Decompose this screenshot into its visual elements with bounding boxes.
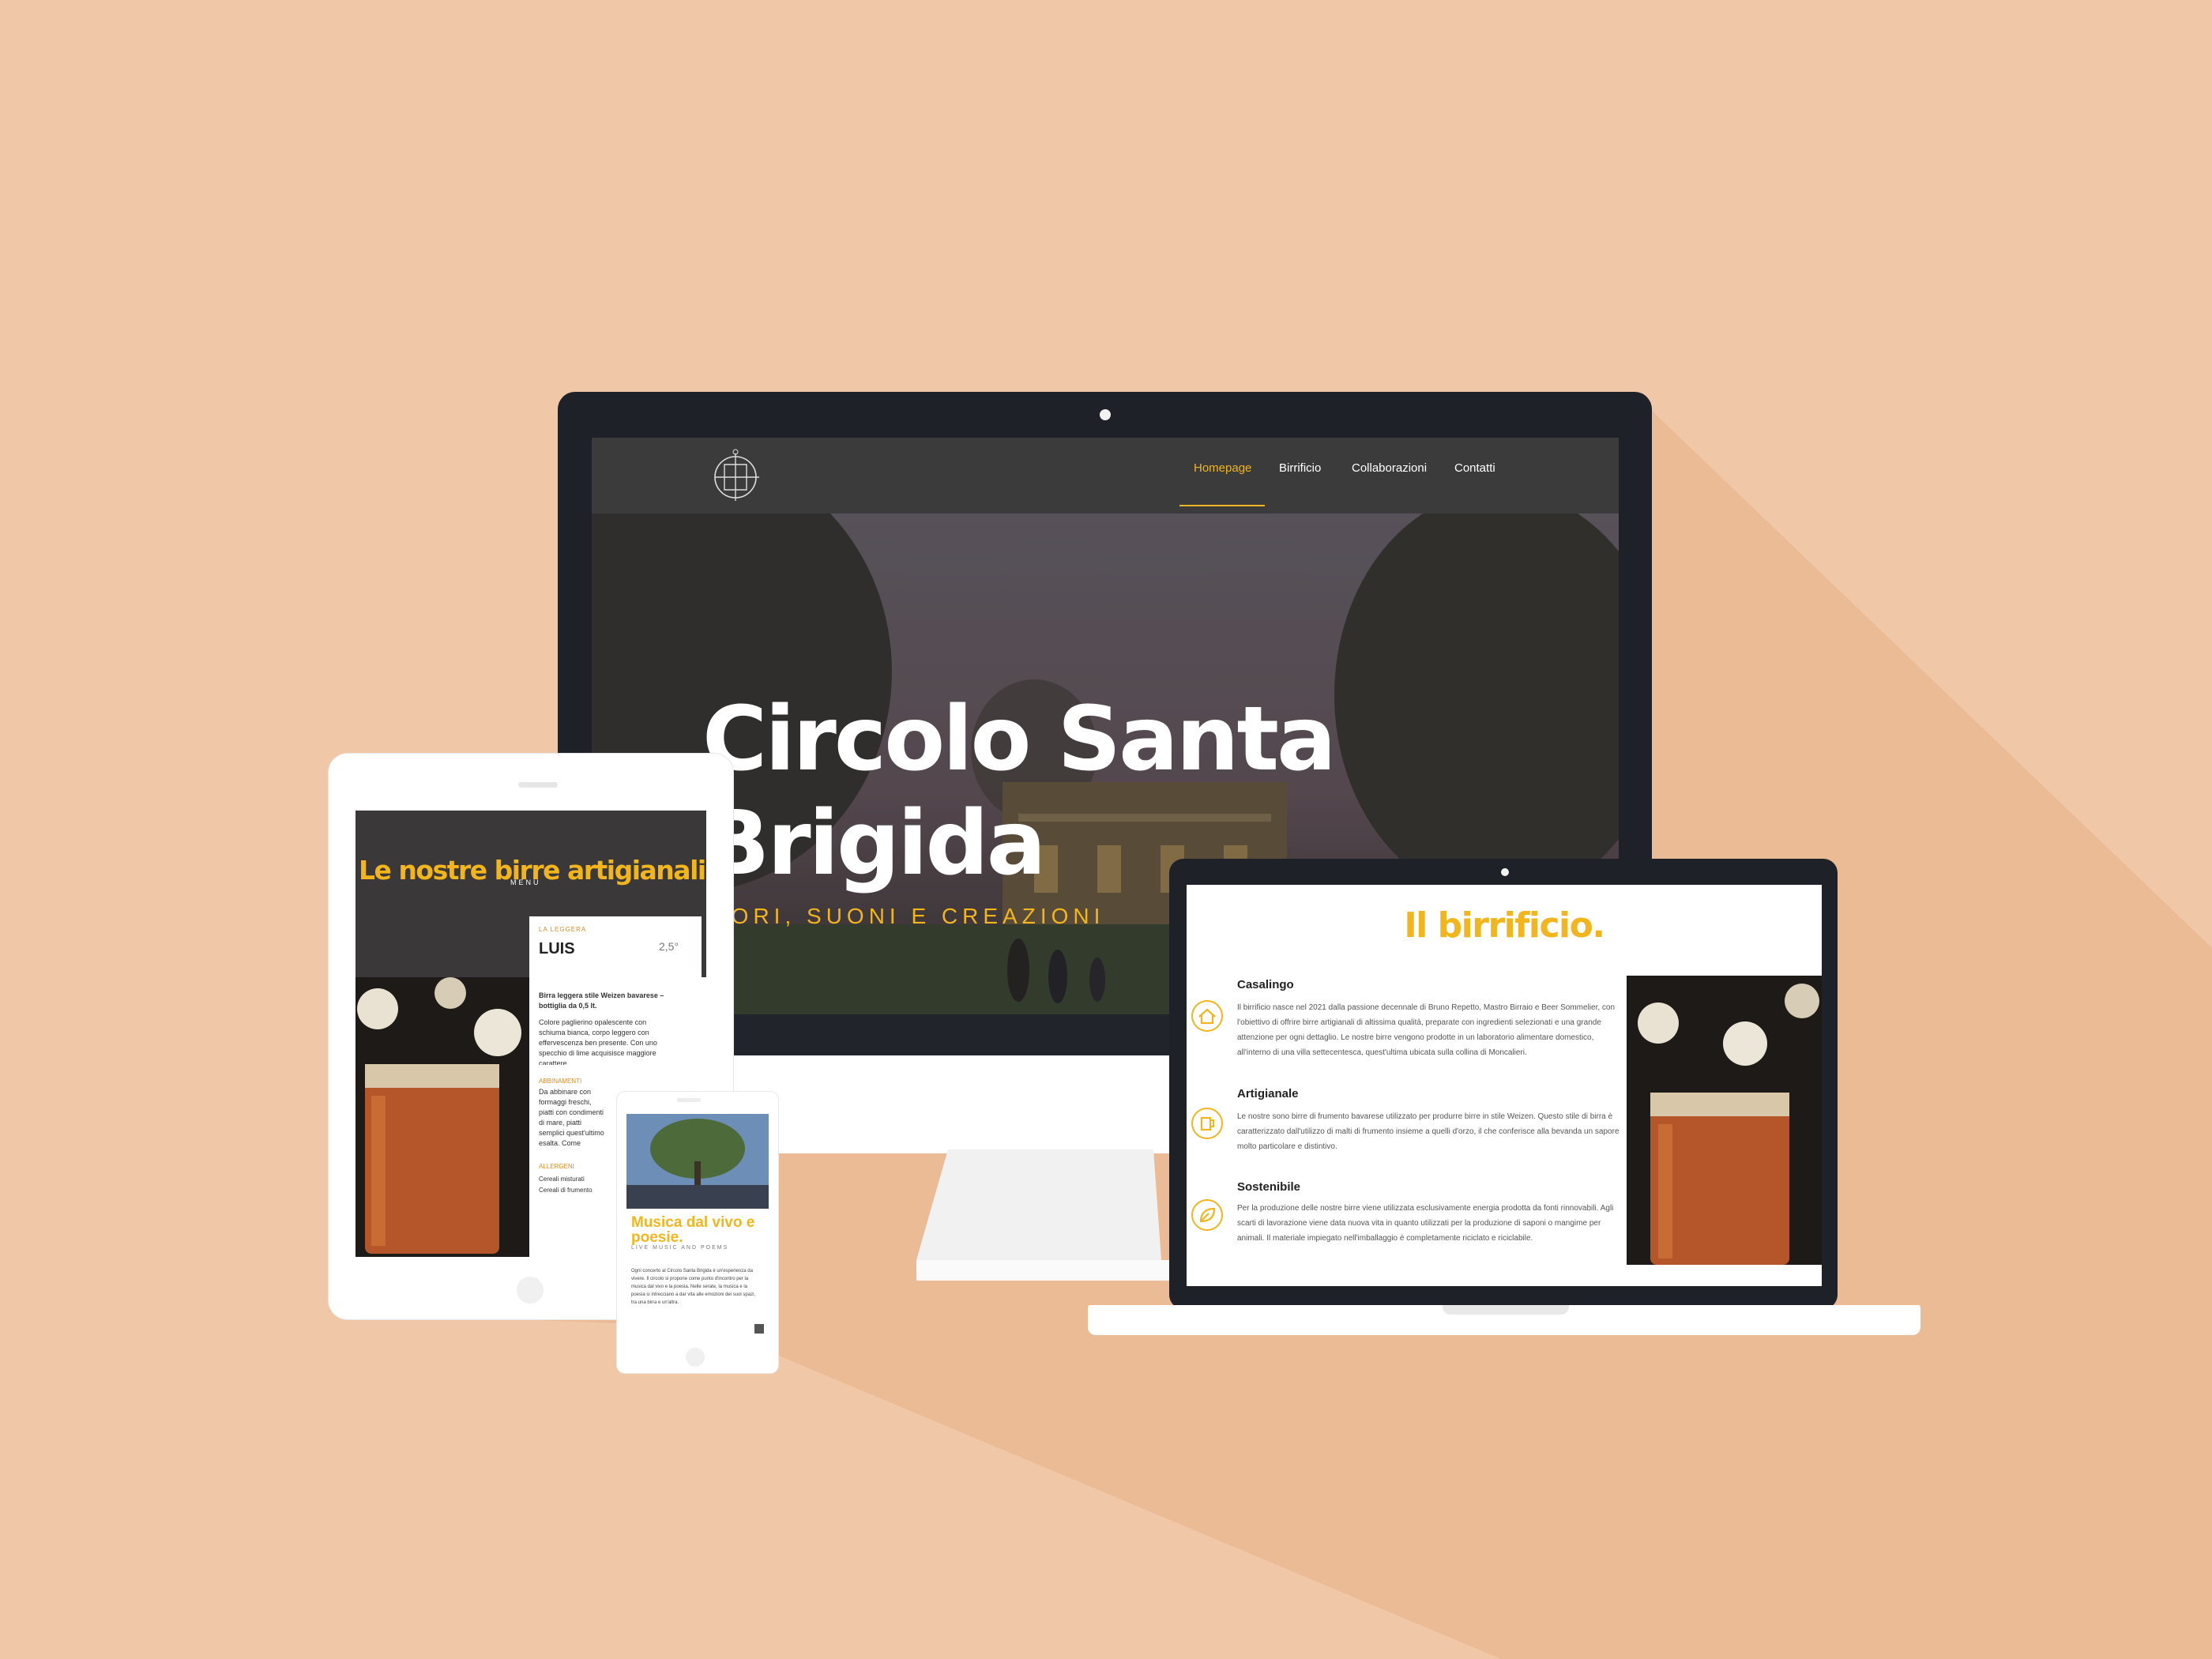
- beer-glass-image: [356, 977, 529, 1257]
- laptop-base-notch: [1443, 1305, 1569, 1315]
- home-icon: [1191, 1000, 1223, 1032]
- beer-description: Birra leggera stile Weizen bavarese – bo…: [539, 991, 664, 1010]
- beer-glass-illustration: [357, 977, 521, 1254]
- beer-name: LUIS: [539, 940, 575, 957]
- nav-active-indicator: [1179, 505, 1265, 506]
- tablet-menu-label[interactable]: MENU: [510, 878, 541, 886]
- monitor-camera: [1100, 409, 1111, 420]
- nav-birrificio[interactable]: Birrificio: [1279, 461, 1321, 475]
- laptop-beer-image: [1627, 976, 1822, 1265]
- brewery-title: Il birrificio.: [1404, 905, 1605, 946]
- pairings-label: ABBINAMENTI: [539, 1078, 582, 1085]
- beer-mug-icon: [1191, 1108, 1223, 1139]
- phone-home-button: [686, 1348, 705, 1367]
- laptop-camera: [1501, 868, 1509, 876]
- beer-abv: 2,5°: [659, 940, 679, 953]
- logo-icon: [714, 449, 759, 501]
- phone-section-title: Musica dal vivo e poesie.: [631, 1214, 755, 1246]
- allergen-item: Cereali misturati: [539, 1176, 585, 1183]
- allergens-label: ALLERGENI: [539, 1163, 574, 1170]
- concert-photo: [626, 1114, 769, 1209]
- hero-title-line-1: Circolo Santa: [702, 688, 1337, 791]
- nav-collaborazioni[interactable]: Collaborazioni: [1352, 461, 1427, 475]
- beer-glass-illustration: [1638, 984, 1819, 1265]
- feature-text: Il birrificio nasce nel 2021 dalla passi…: [1237, 1003, 1616, 1057]
- phone-speaker: [677, 1098, 701, 1102]
- feature-text: Le nostre sono birre di frumento bavares…: [1237, 1112, 1620, 1151]
- nav-homepage[interactable]: Homepage: [1194, 461, 1251, 475]
- feature-title: Sostenibile: [1237, 1180, 1301, 1194]
- laptop-screen: Il birrificio. Casalingo Il birrificio n…: [1187, 885, 1822, 1286]
- allergen-item: Cereali di frumento: [539, 1187, 592, 1194]
- pairings-text: Da abbinare con formaggi freschi, piatti…: [539, 1088, 604, 1150]
- nav-contatti[interactable]: Contatti: [1454, 461, 1495, 475]
- beer-body-text: Colore paglierino opalescente con schium…: [539, 1018, 657, 1065]
- hero-subtitle: PORI, SUONI E CREAZIONI: [712, 904, 1105, 928]
- feature-title: Casalingo: [1237, 978, 1294, 991]
- feature-title: Artigianale: [1237, 1087, 1299, 1100]
- tablet-speaker: [518, 782, 558, 788]
- leaf-icon: [1191, 1199, 1223, 1231]
- desktop-navbar: Homepage Birrificio Collaborazioni Conta…: [592, 438, 1619, 514]
- phone-section-subtitle: LIVE MUSIC AND POEMS: [631, 1245, 729, 1251]
- tablet-home-button: [517, 1277, 544, 1304]
- beer-category: LA LEGGERA: [539, 926, 587, 933]
- scroll-top-button[interactable]: [754, 1324, 764, 1334]
- phone-section-body: Ogni concerto al Circolo Santa Brigida è…: [631, 1269, 756, 1305]
- feature-text: Per la produzione delle nostre birre vie…: [1237, 1204, 1614, 1243]
- phone-screen: Musica dal vivo e poesie. LIVE MUSIC AND…: [626, 1114, 769, 1337]
